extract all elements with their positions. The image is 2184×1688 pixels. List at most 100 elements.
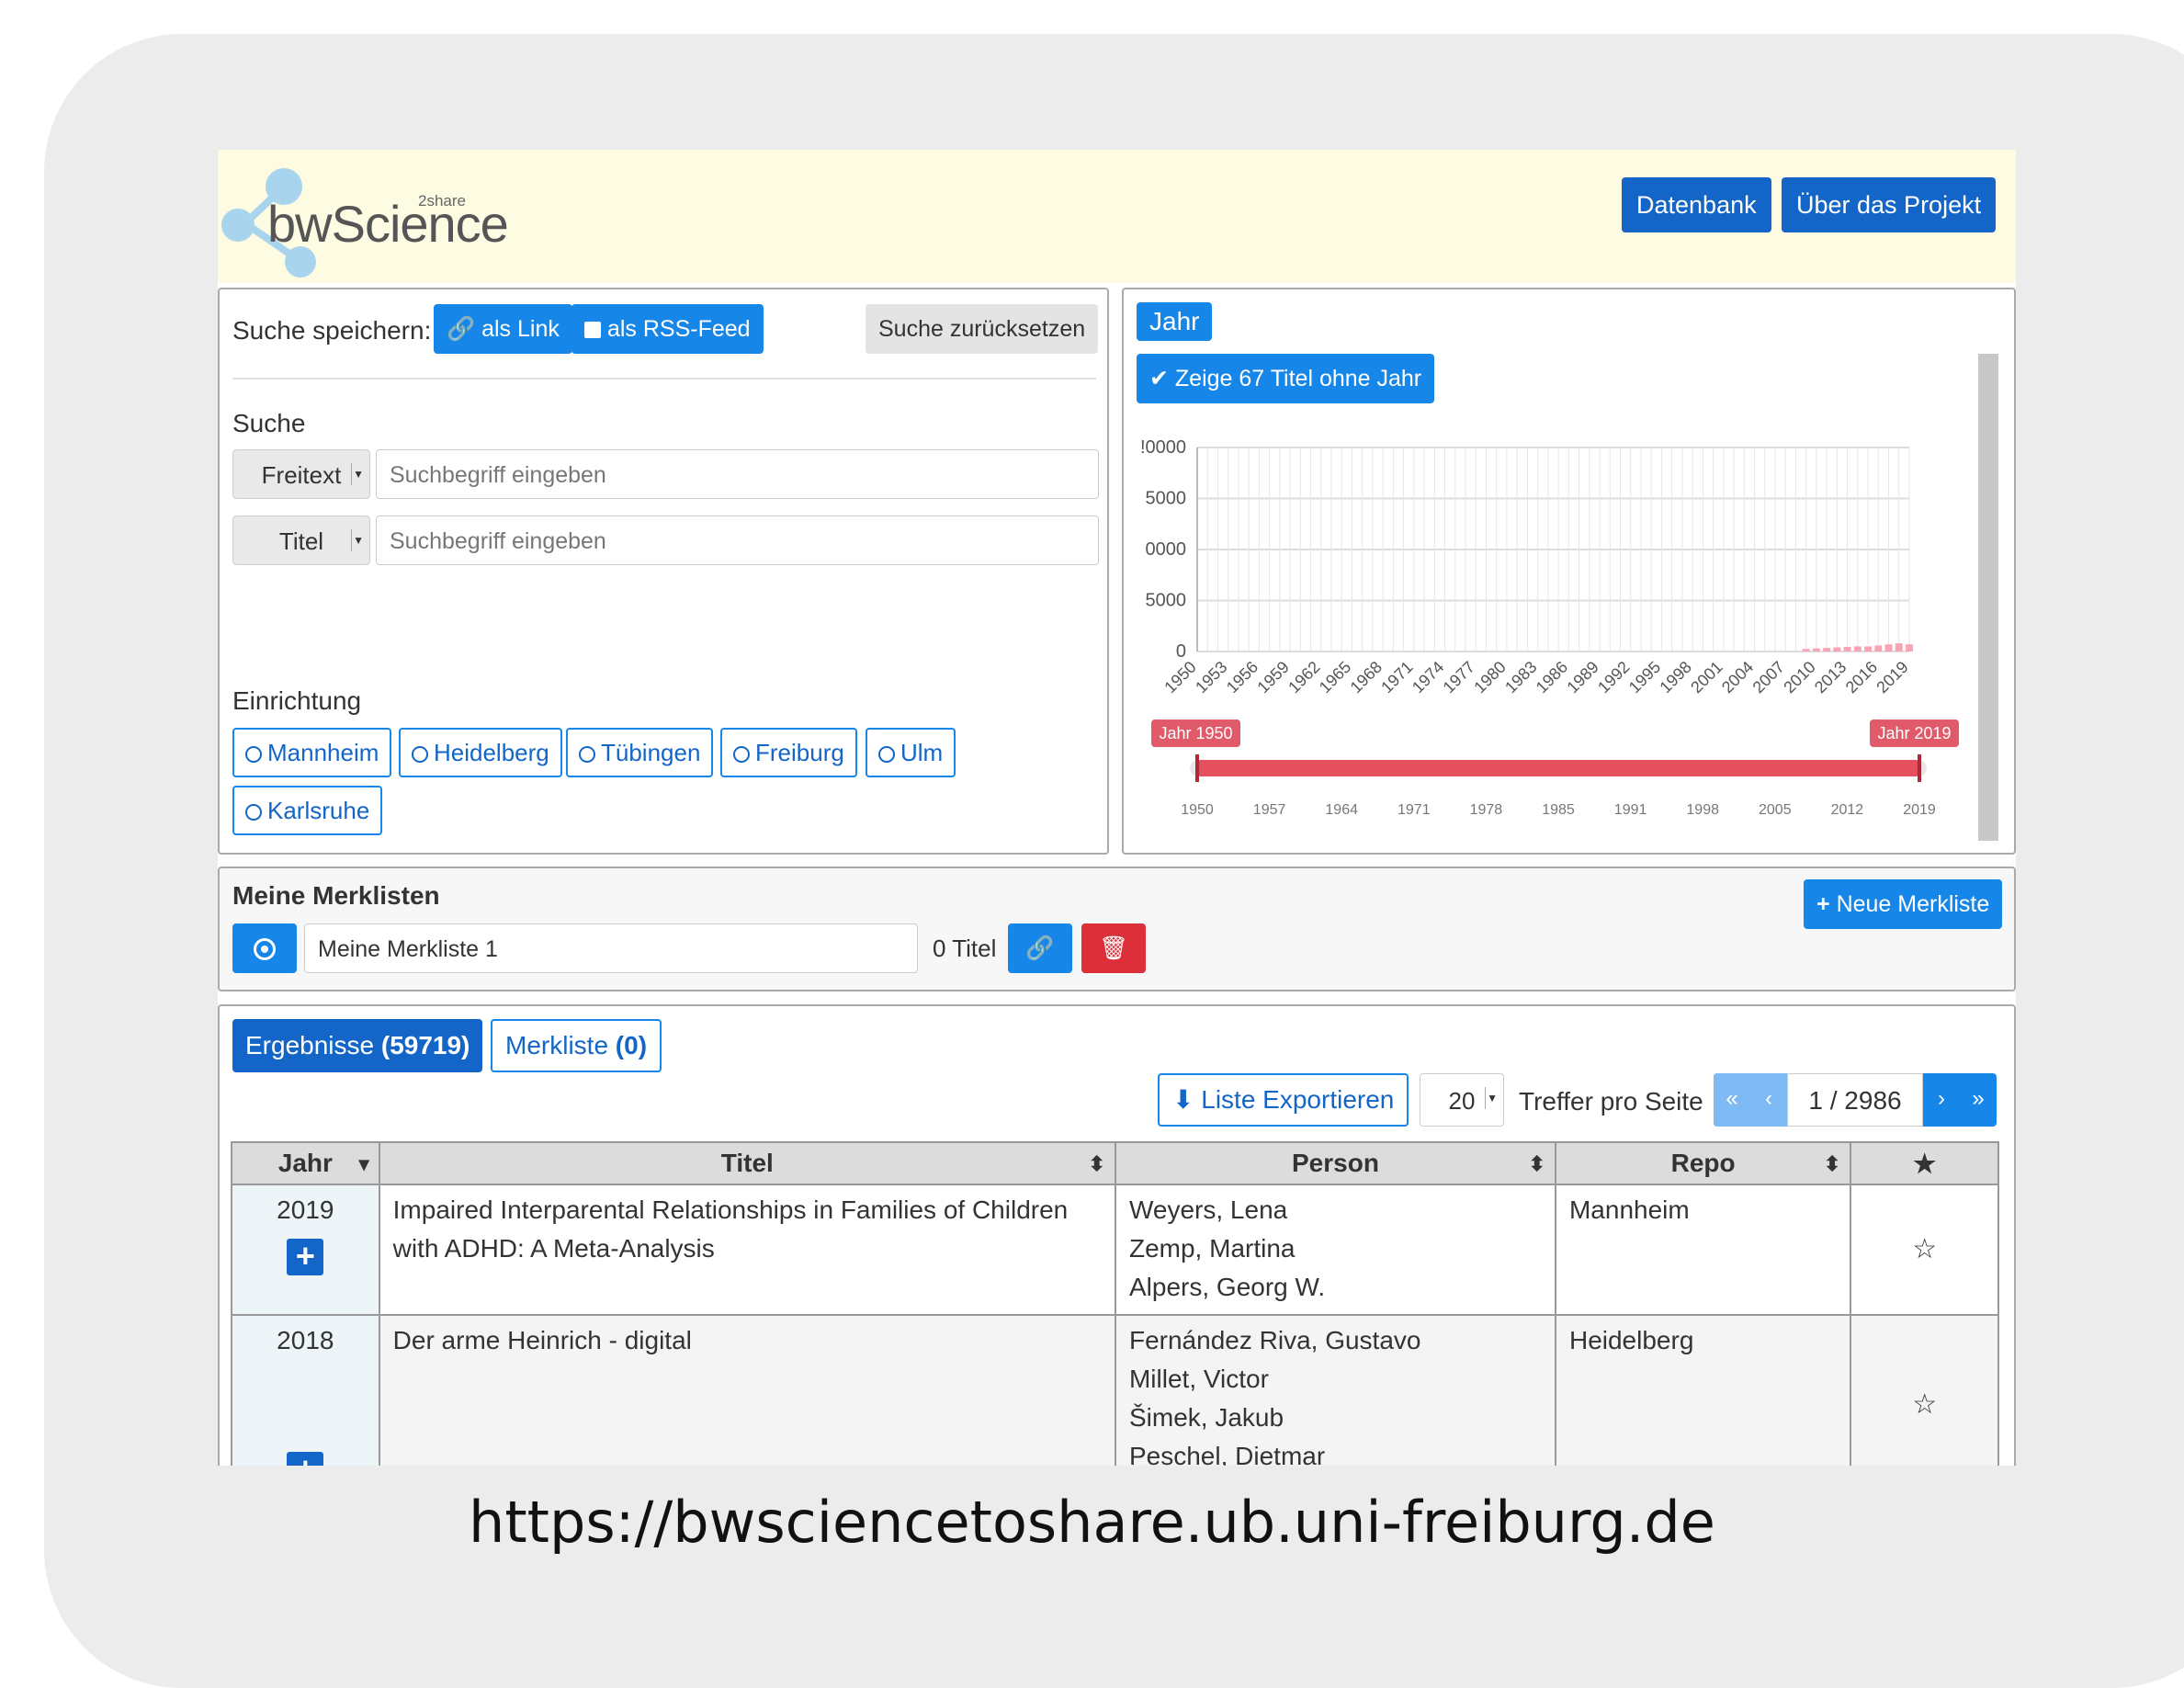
sort-desc-icon: ▾ [358, 1152, 369, 1175]
cell-year: 2019 + [231, 1184, 380, 1316]
x-tick-label: 2016 [1842, 658, 1881, 694]
scrollbar[interactable] [1978, 354, 1998, 841]
first-page-button[interactable]: « [1714, 1073, 1750, 1127]
pagination: « ‹ 1 / 2986 › » [1714, 1073, 1997, 1127]
histogram-bar [1864, 646, 1873, 651]
field-select-freitext[interactable]: Freitext ▼ [232, 449, 370, 499]
star-outline-icon[interactable]: ☆ [1912, 1389, 1937, 1420]
row-title[interactable]: Impaired Interparental Relationships in … [378, 1184, 1116, 1316]
histogram-bar [1884, 644, 1893, 651]
person: Peschel, Dietmar [1128, 1442, 1326, 1466]
x-tick-label: 2004 [1718, 658, 1757, 694]
x-tick-label: 1971 [1377, 658, 1416, 694]
merkliste-count: 0 Titel [933, 935, 997, 962]
x-tick-label: 1959 [1253, 658, 1292, 694]
save-as-link-label: als Link [481, 316, 560, 342]
link-icon: 🔗 [1025, 935, 1055, 961]
institution-tuebingen[interactable]: Tübingen [566, 728, 714, 777]
column-header-star[interactable]: ★ [1850, 1141, 1999, 1185]
radio-icon [878, 746, 895, 763]
search-panel: Suche speichern: 🔗 als Link als RSS-Feed… [218, 288, 1109, 855]
cell-star: ☆ [1850, 1184, 1999, 1316]
tab-merkliste-label: Merkliste [505, 1031, 609, 1059]
reset-search-button[interactable]: Suche zurücksetzen [866, 304, 1099, 354]
save-as-link-button[interactable]: 🔗 als Link [434, 304, 572, 354]
cell-persons: Weyers, Lena Zemp, Martina Alpers, Georg… [1114, 1184, 1556, 1316]
x-tick-label: 1965 [1316, 658, 1354, 694]
new-merkliste-label: Neue Merkliste [1836, 891, 1990, 917]
institution-mannheim[interactable]: Mannheim [232, 728, 392, 777]
search-input-freitext[interactable]: Suchbegriff eingeben [376, 449, 1099, 499]
column-header-titel[interactable]: Titel ⬍ [378, 1141, 1116, 1185]
show-no-year-button[interactable]: ✔ Zeige 67 Titel ohne Jahr [1137, 354, 1435, 403]
institution-heidelberg[interactable]: Heidelberg [399, 728, 562, 777]
add-to-list-button[interactable]: + [287, 1239, 324, 1275]
x-tick-label: 2007 [1749, 658, 1788, 694]
check-circle-icon: ✔ [1149, 366, 1169, 391]
new-merkliste-button[interactable]: + Neue Merkliste [1804, 879, 2003, 929]
column-label: Titel [720, 1149, 774, 1177]
tab-merkliste-count: (0) [615, 1031, 648, 1059]
table-header-row: Jahr ▾ Titel ⬍ Person ⬍ Repo ⬍ ★ [231, 1141, 1999, 1185]
x-tick-label: 1986 [1533, 658, 1571, 694]
radio-icon [733, 746, 750, 763]
person: Weyers, Lena [1128, 1195, 1288, 1224]
last-page-button[interactable]: » [1960, 1073, 1997, 1127]
histogram-bar [1853, 646, 1861, 651]
save-as-rss-button[interactable]: als RSS-Feed [571, 304, 764, 354]
year-panel: Jahr ✔ Zeige 67 Titel ohne Jahr !0000 500… [1122, 288, 2016, 855]
column-header-jahr[interactable]: Jahr ▾ [231, 1141, 380, 1185]
x-tick-label: 1980 [1470, 658, 1509, 694]
logo-text: bwScience [267, 195, 509, 253]
delete-merkliste-button[interactable]: 🗑 [1081, 923, 1146, 973]
institution-label: Tübingen [601, 739, 701, 766]
nav-datenbank-button[interactable]: Datenbank [1622, 177, 1771, 232]
tab-merkliste[interactable]: Merkliste (0) [491, 1019, 662, 1072]
star-outline-icon[interactable]: ☆ [1912, 1234, 1937, 1264]
sort-icon: ⬍ [1088, 1152, 1105, 1175]
save-as-rss-label: als RSS-Feed [606, 316, 751, 342]
prev-page-button[interactable]: ‹ [1750, 1073, 1787, 1127]
nav-project-button[interactable]: Über das Projekt [1782, 177, 1997, 232]
column-label: Jahr [277, 1149, 333, 1177]
x-tick-label: 1968 [1347, 658, 1386, 694]
range-tick-label: 2005 [1759, 802, 1792, 818]
export-list-label: Liste Exportieren [1201, 1085, 1395, 1114]
sort-icon: ⬍ [1528, 1152, 1545, 1175]
select-merkliste-button[interactable] [232, 923, 297, 973]
tab-jahr[interactable]: Jahr [1137, 302, 1213, 341]
range-max-label: Jahr 2019 [1870, 719, 1959, 747]
radio-icon [245, 746, 262, 763]
column-label: Repo [1670, 1149, 1736, 1177]
field-select-titel[interactable]: Titel ▼ [232, 515, 370, 565]
source-url: https://bwsciencetoshare.ub.uni-freiburg… [469, 1489, 1715, 1556]
column-header-repo[interactable]: Repo ⬍ [1554, 1141, 1852, 1185]
institution-freiburg[interactable]: Freiburg [720, 728, 857, 777]
share-merkliste-button[interactable]: 🔗 [1008, 923, 1072, 973]
divider [232, 378, 1096, 380]
star-filled-icon: ★ [1913, 1149, 1937, 1178]
add-to-list-button[interactable]: + [287, 1452, 324, 1466]
header: bwScience 2share Datenbank Über das Proj… [218, 150, 2016, 283]
x-tick-label: 1962 [1284, 658, 1323, 694]
per-page-select[interactable]: 20 ▼ [1420, 1073, 1504, 1127]
x-tick-label: 2010 [1780, 658, 1818, 694]
next-page-button[interactable]: › [1923, 1073, 1960, 1127]
institution-ulm[interactable]: Ulm [866, 728, 956, 777]
range-min-handle[interactable] [1195, 754, 1199, 782]
tab-results[interactable]: Ergebnisse (59719) [232, 1019, 483, 1072]
histogram-bar [1874, 645, 1883, 651]
logo[interactable]: bwScience 2share [218, 159, 509, 278]
person: Alpers, Georg W. [1128, 1273, 1326, 1301]
page-indicator[interactable]: 1 / 2986 [1787, 1073, 1923, 1127]
row-title[interactable]: Der arme Heinrich - digital [378, 1315, 1116, 1466]
institution-label: Mannheim [267, 739, 379, 766]
column-header-person[interactable]: Person ⬍ [1114, 1141, 1556, 1185]
institution-karlsruhe[interactable]: Karlsruhe [232, 786, 383, 835]
tab-results-count: (59719) [380, 1031, 470, 1059]
merkliste-name-input[interactable]: Meine Merkliste 1 [304, 923, 918, 973]
search-input-titel[interactable]: Suchbegriff eingeben [376, 515, 1099, 565]
range-max-handle[interactable] [1918, 754, 1921, 782]
institution-label: Freiburg [755, 739, 844, 766]
export-list-button[interactable]: ⬇ Liste Exportieren [1158, 1073, 1409, 1127]
